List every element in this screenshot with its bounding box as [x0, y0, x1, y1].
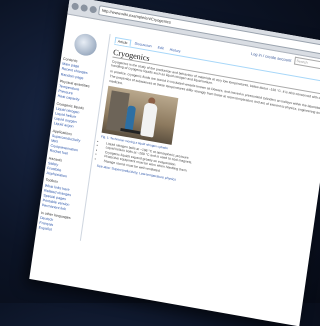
tab-history[interactable]: History [167, 46, 183, 55]
tab-discussion[interactable]: Discussion [132, 40, 154, 51]
tab-edit[interactable]: Edit [155, 44, 166, 53]
site-logo[interactable] [72, 32, 99, 58]
back-icon[interactable] [71, 1, 80, 10]
reload-icon[interactable] [89, 5, 98, 14]
tab-article[interactable]: Article [114, 36, 132, 47]
main-content: Article Discussion Edit History Cryogenics … [79, 33, 320, 281]
forward-icon[interactable] [80, 3, 89, 12]
photo-lab-coat [140, 102, 158, 138]
page-body: Contents Main page Recent changes Random pa… [36, 26, 320, 281]
laptop-screen: http://www.wiki.example/en/Cryogenics Lo… [29, 0, 320, 326]
photo-trolley [120, 127, 141, 135]
